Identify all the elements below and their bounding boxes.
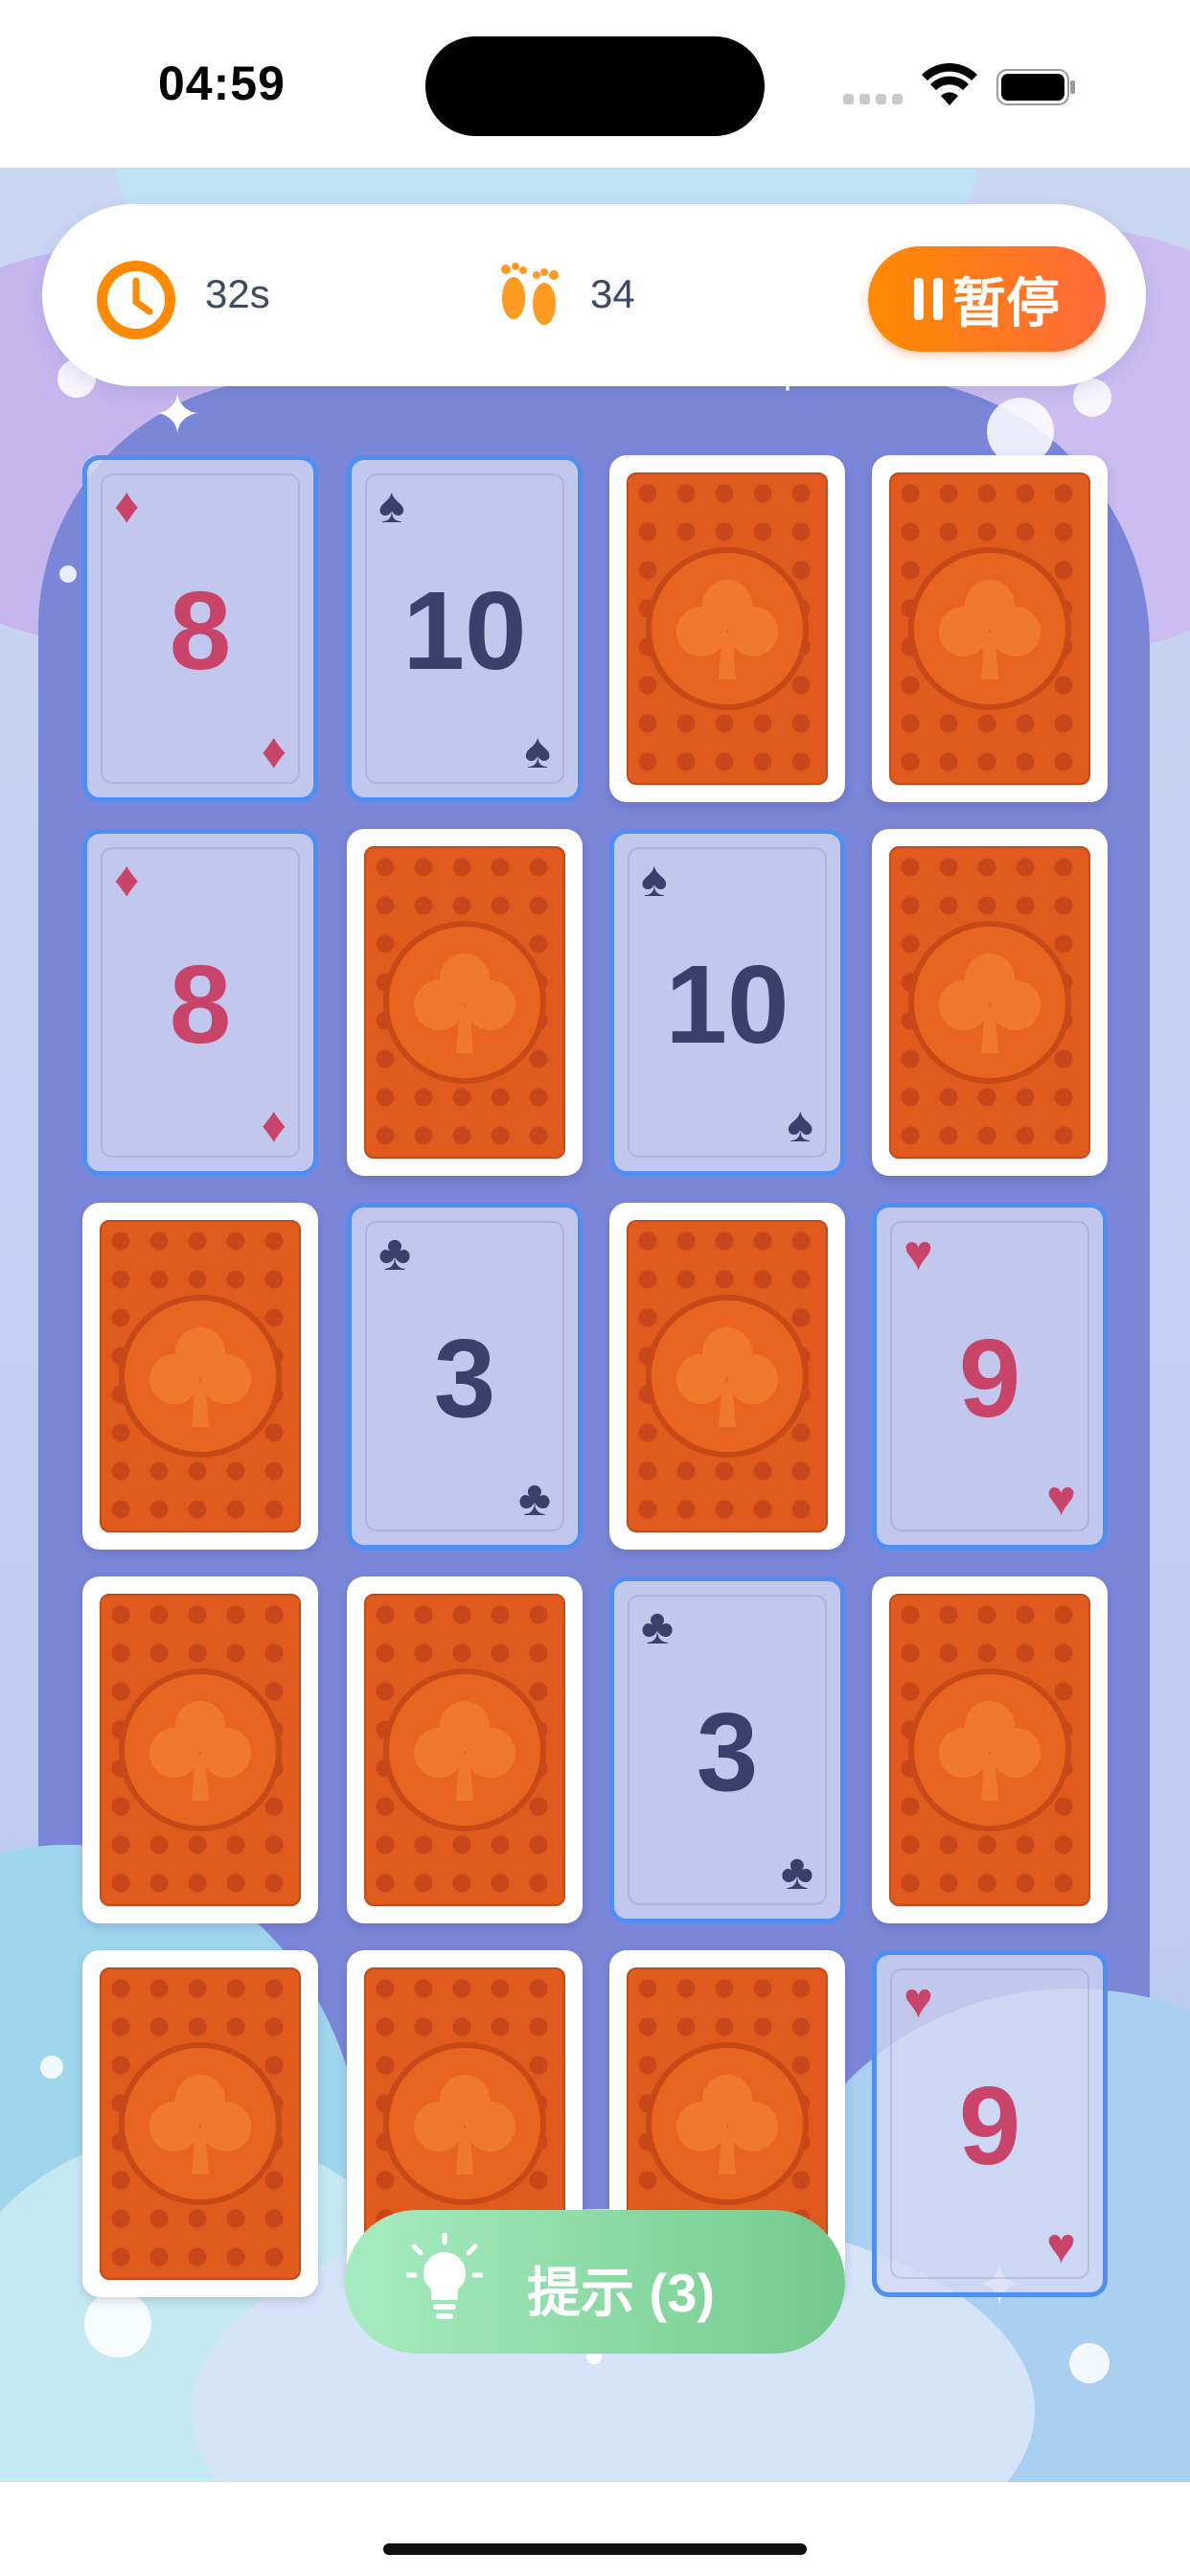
card-back-pattern xyxy=(627,472,828,785)
card-suit-top: ♦ xyxy=(114,852,140,908)
pause-button[interactable]: 暂停 xyxy=(868,246,1106,352)
pause-icon xyxy=(914,278,943,320)
card-rank: 3 xyxy=(696,1690,759,1814)
hint-button[interactable]: 提示 (3) xyxy=(345,2210,845,2354)
card-suit-top: ♥ xyxy=(904,1973,933,2029)
card-back-pattern xyxy=(889,472,1090,785)
bubble-decoration xyxy=(1069,2343,1110,2383)
card-suit-top: ♣ xyxy=(641,1599,675,1655)
card-suit-top: ♣ xyxy=(378,1226,412,1281)
card-face-down[interactable] xyxy=(872,455,1108,802)
card-back-pattern xyxy=(627,1220,828,1532)
lightbulb-icon xyxy=(406,2233,483,2319)
clover-icon xyxy=(927,940,1052,1065)
card-suit-bottom: ♦ xyxy=(261,1097,286,1153)
card-rank: 10 xyxy=(665,942,790,1067)
card-back-pattern xyxy=(100,1594,301,1906)
card-face-up[interactable]: ♠ 10 ♠ xyxy=(347,455,583,802)
card-face-down[interactable] xyxy=(872,829,1108,1176)
card-suit-top: ♦ xyxy=(114,478,140,534)
clover-icon xyxy=(927,566,1052,691)
clover-icon xyxy=(402,2061,527,2186)
clover-icon xyxy=(138,2061,263,2186)
clover-icon xyxy=(138,1688,263,1812)
clover-icon xyxy=(665,566,790,691)
pause-label: 暂停 xyxy=(952,272,1060,334)
clover-icon xyxy=(665,1314,790,1438)
wifi-icon xyxy=(922,63,977,105)
card-suit-bottom: ♣ xyxy=(517,1471,551,1527)
footsteps-icon xyxy=(501,263,559,325)
card-face-down[interactable] xyxy=(347,829,583,1176)
dynamic-island xyxy=(425,36,765,136)
clover-icon xyxy=(665,2061,790,2186)
card-back-pattern xyxy=(889,1594,1090,1906)
card-rank: 3 xyxy=(433,1316,496,1440)
card-suit-bottom: ♣ xyxy=(780,1845,813,1900)
card-suit-bottom: ♠ xyxy=(524,724,551,779)
card-face-down[interactable] xyxy=(82,1576,318,1923)
card-face-down[interactable] xyxy=(872,1576,1108,1923)
sparkle-icon: ✦ xyxy=(153,382,202,447)
card-face-up[interactable]: ♥ 9 ♥ xyxy=(872,1950,1108,2297)
card-face-down[interactable] xyxy=(82,1203,318,1550)
bottom-bar xyxy=(0,2482,1190,2576)
card-back-pattern xyxy=(889,846,1090,1159)
card-face-down[interactable] xyxy=(609,455,845,802)
card-rank: 8 xyxy=(169,942,232,1067)
card-face-up[interactable]: ♣ 3 ♣ xyxy=(609,1576,845,1923)
status-bar: 04:59 xyxy=(0,0,1190,168)
hud-bar: 32s 34 暂停 xyxy=(42,204,1146,386)
card-rank: 9 xyxy=(958,1316,1021,1440)
steps-value: 34 xyxy=(590,271,635,316)
card-face-up[interactable]: ♠ 10 ♠ xyxy=(609,829,845,1176)
timer-value: 32s xyxy=(205,271,270,316)
clover-icon xyxy=(402,940,527,1065)
card-back-pattern xyxy=(100,1967,301,2280)
card-suit-top: ♠ xyxy=(641,852,668,908)
card-face-down[interactable] xyxy=(609,1203,845,1550)
bubble-decoration xyxy=(59,565,77,583)
clover-icon xyxy=(927,1688,1052,1812)
card-back-pattern xyxy=(100,1220,301,1532)
card-rank: 9 xyxy=(958,2063,1021,2188)
clock-icon xyxy=(97,261,175,339)
home-indicator[interactable] xyxy=(383,2543,807,2555)
card-suit-bottom: ♦ xyxy=(261,724,286,779)
clover-icon xyxy=(402,1688,527,1812)
card-back-pattern xyxy=(364,1594,565,1906)
card-rank: 8 xyxy=(169,568,232,693)
card-face-down[interactable] xyxy=(347,1576,583,1923)
card-suit-bottom: ♥ xyxy=(1046,1471,1076,1527)
card-rank: 10 xyxy=(402,568,527,693)
clover-icon xyxy=(138,1314,263,1438)
card-back-pattern xyxy=(364,846,565,1159)
bubble-decoration xyxy=(84,2290,151,2358)
card-face-up[interactable]: ♦ 8 ♦ xyxy=(82,829,318,1176)
card-suit-top: ♠ xyxy=(378,478,405,534)
card-suit-bottom: ♥ xyxy=(1046,2219,1076,2274)
bubble-decoration xyxy=(40,2056,63,2079)
card-face-up[interactable]: ♥ 9 ♥ xyxy=(872,1203,1108,1550)
bubble-decoration xyxy=(1073,379,1111,417)
card-suit-bottom: ♠ xyxy=(787,1097,813,1153)
card-face-up[interactable]: ♣ 3 ♣ xyxy=(347,1203,583,1550)
game-area: ✦ ✦ + + 32s 34 暂停 ♦8♦♠10♠♦8♦♠10♠♣3♣♥9♥♣3… xyxy=(0,168,1190,2482)
battery-icon xyxy=(996,69,1075,105)
hint-label: 提示 (3) xyxy=(527,2263,715,2323)
card-face-up[interactable]: ♦ 8 ♦ xyxy=(82,455,318,802)
cellular-signal-icon xyxy=(843,94,904,105)
card-face-down[interactable] xyxy=(82,1950,318,2297)
status-time: 04:59 xyxy=(158,57,286,110)
card-suit-top: ♥ xyxy=(904,1226,933,1281)
